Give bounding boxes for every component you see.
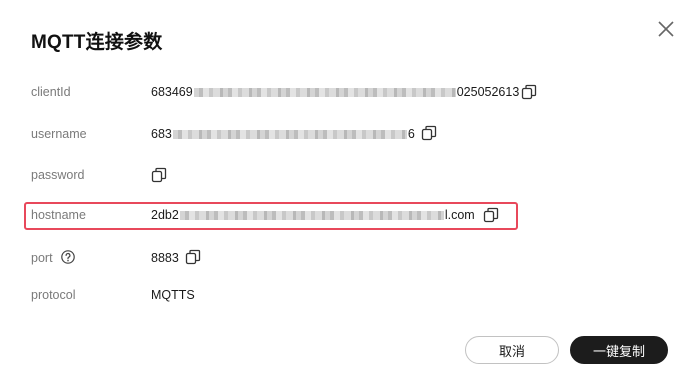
field-value-username: 683 6 — [151, 127, 415, 141]
field-row-hostname: hostname 2db2 l.com — [0, 206, 697, 226]
field-row-password: password — [0, 166, 697, 186]
copy-clientid-icon[interactable] — [521, 84, 537, 100]
field-label-password: password — [31, 168, 85, 182]
field-label-port: port — [31, 251, 53, 265]
field-row-username: username 683 6 — [0, 125, 697, 145]
clientid-value-suffix: 025052613 — [456, 85, 520, 99]
username-value-suffix: 6 — [407, 127, 415, 141]
copy-all-button[interactable]: 一键复制 — [570, 336, 668, 364]
redacted-mask — [179, 211, 444, 221]
question-circle-icon[interactable] — [61, 250, 75, 264]
copy-username-icon[interactable] — [421, 125, 437, 141]
redacted-mask — [193, 88, 456, 98]
field-value-port: 8883 — [151, 251, 179, 265]
field-value-hostname: 2db2 l.com — [151, 208, 475, 222]
field-label-clientid: clientId — [31, 85, 71, 99]
redacted-mask — [172, 130, 407, 140]
field-row-clientid: clientId 683469 025052613 — [0, 83, 697, 103]
username-value-prefix: 683 — [151, 127, 172, 141]
copy-port-icon[interactable] — [185, 249, 201, 265]
field-label-hostname: hostname — [31, 208, 86, 222]
dialog-title: MQTT连接参数 — [31, 32, 163, 53]
clientid-value-prefix: 683469 — [151, 85, 193, 99]
field-value-protocol: MQTTS — [151, 288, 195, 302]
copy-hostname-icon[interactable] — [483, 207, 499, 223]
field-row-port: port 8883 — [0, 249, 697, 269]
close-icon[interactable] — [655, 18, 677, 40]
field-row-protocol: protocol MQTTS — [0, 286, 697, 306]
field-label-protocol: protocol — [31, 288, 76, 302]
cancel-button[interactable]: 取消 — [465, 336, 559, 364]
copy-password-icon[interactable] — [151, 167, 167, 183]
hostname-value-prefix: 2db2 — [151, 208, 179, 222]
hostname-value-suffix: l.com — [444, 208, 475, 222]
field-value-clientid: 683469 025052613 — [151, 85, 519, 99]
field-label-username: username — [31, 127, 87, 141]
mqtt-connection-dialog: MQTT连接参数 clientId 683469 025052613 userna… — [0, 0, 697, 392]
